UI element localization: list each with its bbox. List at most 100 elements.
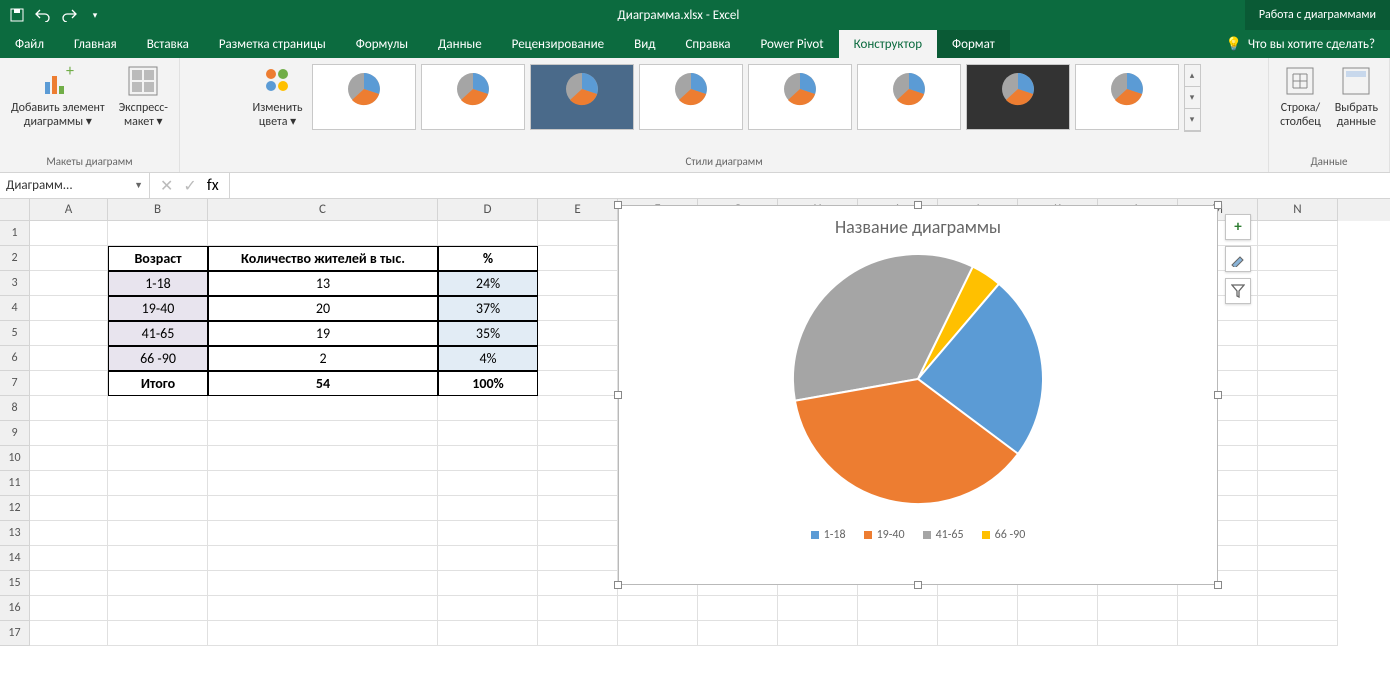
cell-E15[interactable] — [538, 571, 618, 596]
chart-style-7[interactable] — [966, 64, 1070, 130]
cell-E1[interactable] — [538, 221, 618, 246]
column-header-B[interactable]: B — [108, 199, 208, 221]
cell-C11[interactable] — [208, 471, 438, 496]
resize-handle-sw[interactable] — [614, 581, 622, 589]
cell-D15[interactable] — [438, 571, 538, 596]
tab-powerpivot[interactable]: Power Pivot — [746, 30, 839, 58]
cell-N2[interactable] — [1258, 246, 1338, 271]
cell-N14[interactable] — [1258, 546, 1338, 571]
cell-A17[interactable] — [30, 621, 108, 646]
cell-I16[interactable] — [858, 596, 938, 621]
cell-D10[interactable] — [438, 446, 538, 471]
row-header-3[interactable]: 3 — [0, 271, 30, 296]
cell-C6[interactable]: 2 — [208, 346, 438, 371]
cell-B12[interactable] — [108, 496, 208, 521]
cell-N10[interactable] — [1258, 446, 1338, 471]
row-header-9[interactable]: 9 — [0, 421, 30, 446]
row-header-1[interactable]: 1 — [0, 221, 30, 246]
cell-E11[interactable] — [538, 471, 618, 496]
chart-title[interactable]: Название диаграммы — [619, 206, 1217, 244]
chart-style-4[interactable] — [639, 64, 743, 130]
cell-E10[interactable] — [538, 446, 618, 471]
chart-legend[interactable]: 1-1819-4041-6566 -90 — [619, 514, 1217, 550]
cell-D16[interactable] — [438, 596, 538, 621]
cell-N16[interactable] — [1258, 596, 1338, 621]
cell-B1[interactable] — [108, 221, 208, 246]
cell-M16[interactable] — [1178, 596, 1258, 621]
cell-N17[interactable] — [1258, 621, 1338, 646]
tab-design[interactable]: Конструктор — [839, 30, 937, 58]
cell-D8[interactable] — [438, 396, 538, 421]
cell-H17[interactable] — [778, 621, 858, 646]
fx-icon[interactable]: fx — [207, 176, 219, 195]
cell-E2[interactable] — [538, 246, 618, 271]
cell-B8[interactable] — [108, 396, 208, 421]
row-header-5[interactable]: 5 — [0, 321, 30, 346]
row-header-7[interactable]: 7 — [0, 371, 30, 396]
cell-C3[interactable]: 13 — [208, 271, 438, 296]
cell-D14[interactable] — [438, 546, 538, 571]
cell-B5[interactable]: 41-65 — [108, 321, 208, 346]
cell-D3[interactable]: 24% — [438, 271, 538, 296]
cell-C8[interactable] — [208, 396, 438, 421]
resize-handle-ne[interactable] — [1214, 201, 1222, 209]
column-header-D[interactable]: D — [438, 199, 538, 221]
row-header-15[interactable]: 15 — [0, 571, 30, 596]
cell-D13[interactable] — [438, 521, 538, 546]
cell-C17[interactable] — [208, 621, 438, 646]
cell-N6[interactable] — [1258, 346, 1338, 371]
cell-D12[interactable] — [438, 496, 538, 521]
column-header-C[interactable]: C — [208, 199, 438, 221]
chart-filter-button[interactable] — [1225, 278, 1251, 304]
quick-layout-button[interactable]: Экспресс- макет ▾ — [114, 61, 173, 132]
row-header-11[interactable]: 11 — [0, 471, 30, 496]
chart-style-1[interactable] — [312, 64, 416, 130]
cell-C9[interactable] — [208, 421, 438, 446]
row-header-13[interactable]: 13 — [0, 521, 30, 546]
tab-data[interactable]: Данные — [423, 30, 497, 58]
cell-N15[interactable] — [1258, 571, 1338, 596]
cell-E3[interactable] — [538, 271, 618, 296]
cell-B16[interactable] — [108, 596, 208, 621]
row-header-10[interactable]: 10 — [0, 446, 30, 471]
chart-style-3[interactable] — [530, 64, 634, 130]
switch-row-column-button[interactable]: Строка/ столбец — [1275, 61, 1326, 132]
cell-G16[interactable] — [698, 596, 778, 621]
cell-F16[interactable] — [618, 596, 698, 621]
column-header-A[interactable]: A — [30, 199, 108, 221]
cell-B13[interactable] — [108, 521, 208, 546]
tab-page-layout[interactable]: Разметка страницы — [204, 30, 341, 58]
cell-C15[interactable] — [208, 571, 438, 596]
cell-A13[interactable] — [30, 521, 108, 546]
cell-A6[interactable] — [30, 346, 108, 371]
cell-N4[interactable] — [1258, 296, 1338, 321]
resize-handle-w[interactable] — [614, 391, 622, 399]
chart-style-6[interactable] — [857, 64, 961, 130]
chart-style-2[interactable] — [421, 64, 525, 130]
cell-N7[interactable] — [1258, 371, 1338, 396]
column-header-N[interactable]: N — [1258, 199, 1338, 221]
select-all-corner[interactable] — [0, 199, 30, 221]
row-header-14[interactable]: 14 — [0, 546, 30, 571]
cell-A10[interactable] — [30, 446, 108, 471]
tab-format[interactable]: Формат — [937, 30, 1010, 58]
cell-E9[interactable] — [538, 421, 618, 446]
cancel-icon[interactable]: ✕ — [160, 176, 173, 196]
qat-dropdown-icon[interactable]: ▾ — [86, 6, 104, 24]
cell-A3[interactable] — [30, 271, 108, 296]
chart-elements-button[interactable]: + — [1225, 214, 1251, 240]
cell-C1[interactable] — [208, 221, 438, 246]
cell-A16[interactable] — [30, 596, 108, 621]
cell-D9[interactable] — [438, 421, 538, 446]
cell-A7[interactable] — [30, 371, 108, 396]
resize-handle-se[interactable] — [1214, 581, 1222, 589]
row-header-16[interactable]: 16 — [0, 596, 30, 621]
cell-A15[interactable] — [30, 571, 108, 596]
column-header-E[interactable]: E — [538, 199, 618, 221]
cell-L17[interactable] — [1098, 621, 1178, 646]
cell-M17[interactable] — [1178, 621, 1258, 646]
cell-C16[interactable] — [208, 596, 438, 621]
cell-D7[interactable]: 100% — [438, 371, 538, 396]
cell-A9[interactable] — [30, 421, 108, 446]
cell-A14[interactable] — [30, 546, 108, 571]
